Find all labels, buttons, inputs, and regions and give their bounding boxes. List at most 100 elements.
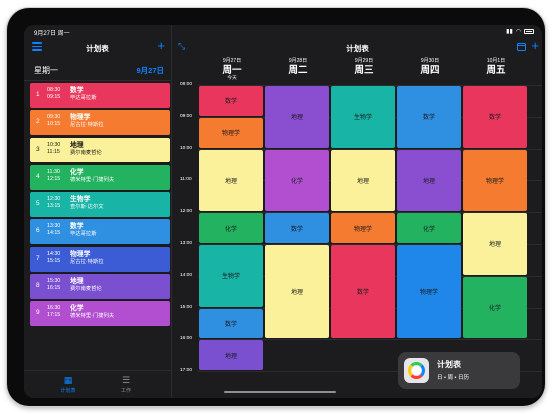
lesson-item[interactable]: 3 10:30 11:15 地理 费尔南麦哲伦 [30, 137, 170, 163]
widget-title: 计划表 [437, 360, 461, 369]
lesson-times: 10:30 11:15 [47, 142, 60, 156]
lesson-item[interactable]: 1 08:30 09:15 数学 毕达哥拉斯 [30, 83, 170, 108]
lesson-number: 9 [36, 309, 40, 317]
lesson-item[interactable]: 8 15:30 16:15 地理 费尔南麦哲伦 [30, 274, 170, 299]
lesson-item[interactable]: 9 16:30 17:15 化学 德米特里·门捷列夫 [30, 301, 170, 327]
schedule-block[interactable]: 数学 [265, 213, 329, 243]
day-name: 周四 [420, 65, 440, 76]
day-header-2[interactable]: 9月28日 周二 [265, 58, 331, 76]
lesson-start: 09:30 [47, 114, 61, 121]
list-icon: ☰ [121, 375, 131, 385]
schedule-block[interactable]: 物理学 [463, 149, 527, 212]
lesson-end: 17:15 [47, 312, 61, 319]
lesson-item[interactable]: 6 13:30 14:15 数学 毕达哥拉斯 [30, 219, 170, 245]
day-header-5[interactable]: 10月1日 周五 [463, 58, 529, 76]
time-label: 14:00 [180, 272, 193, 278]
widget-subtitle: 日 • 周 • 日历 [437, 375, 469, 381]
schedule-block[interactable]: 数学 [463, 86, 527, 148]
week-view: ▮▮ ◠ ⤡ 计划表 + 9月27日 周一 今天 9月28日 周二 9月29日 周三 9月30… [173, 25, 542, 398]
lesson-end: 11:15 [47, 148, 60, 155]
schedule-block[interactable]: 化学 [463, 276, 527, 339]
battery-icon [524, 29, 534, 34]
tab-bar: ▦ 计划表 ☰ 工作 [24, 370, 171, 398]
tab-schedule-label: 计划表 [60, 388, 76, 394]
day-header: 星期一 9月27日 [24, 61, 171, 81]
schedule-block[interactable]: 数学 [199, 308, 263, 339]
day-name: 周五 [486, 65, 506, 76]
lesson-item[interactable]: 4 11:30 12:15 化学 德米特里·门捷列夫 [30, 164, 170, 190]
schedule-block[interactable]: 数学 [397, 86, 461, 148]
add-button[interactable]: + [531, 39, 539, 52]
schedule-block[interactable]: 地理 [265, 86, 329, 148]
tab-schedule[interactable]: ▦ 计划表 [38, 375, 98, 394]
sidebar-header: 计划表 + [24, 39, 171, 57]
schedule-block[interactable]: 化学 [265, 149, 329, 212]
lesson-item[interactable]: 7 14:30 15:15 物理学 尼古拉·特斯拉 [30, 246, 170, 272]
lesson-teacher: 查尔斯·达尔文 [70, 204, 104, 211]
lesson-subject: 地理 [70, 278, 84, 286]
day-name: 周二 [288, 65, 308, 76]
tab-work-label: 工作 [120, 388, 131, 394]
main-title: 计划表 [346, 44, 369, 53]
signal-icon: ▮▮ [506, 29, 513, 35]
lesson-info: 物理学 尼古拉·特斯拉 [70, 250, 104, 266]
lesson-teacher: 毕达哥拉斯 [70, 95, 97, 101]
lesson-info: 数学 毕达哥拉斯 [70, 86, 97, 102]
lesson-subject: 地理 [70, 141, 84, 149]
add-lesson-button[interactable]: + [157, 39, 165, 52]
status-icons: ▮▮ ◠ [506, 28, 534, 35]
lesson-teacher: 德米特里·门捷列夫 [70, 176, 115, 183]
day-header-1[interactable]: 9月27日 周一 今天 [199, 58, 265, 82]
schedule-block[interactable]: 地理 [265, 245, 329, 339]
day-header-3[interactable]: 9月29日 周三 [331, 58, 397, 76]
lesson-start: 15:30 [47, 278, 61, 285]
lesson-info: 化学 德米特里·门捷列夫 [70, 304, 114, 320]
schedule-block[interactable]: 物理学 [331, 213, 395, 243]
date-label[interactable]: 9月27日 [136, 65, 164, 76]
lesson-number: 6 [36, 227, 40, 235]
time-label: 15:00 [180, 304, 193, 310]
schedule-block[interactable]: 数学 [199, 86, 263, 116]
lesson-item[interactable]: 2 09:30 10:15 物理学 尼古拉·特斯拉 [30, 110, 170, 136]
lesson-end: 12:15 [47, 175, 61, 182]
home-indicator[interactable] [224, 391, 336, 393]
schedule-block[interactable]: 物理学 [199, 117, 263, 148]
time-label: 17:00 [180, 368, 193, 374]
app-widget[interactable]: 计划表 日 • 周 • 日历 [398, 352, 520, 389]
schedule-block[interactable]: 化学 [199, 213, 263, 243]
lesson-number: 5 [36, 200, 40, 208]
schedule-block[interactable]: 地理 [397, 149, 461, 212]
calendar-icon[interactable] [517, 43, 526, 51]
lesson-number: 2 [36, 118, 40, 126]
day-header-4[interactable]: 9月30日 周四 [397, 58, 463, 76]
schedule-block[interactable]: 地理 [199, 340, 263, 371]
lesson-end: 16:15 [47, 285, 61, 292]
wifi-icon: ◠ [515, 29, 521, 35]
lesson-item[interactable]: 5 12:30 13:15 生物学 查尔斯·达尔文 [30, 192, 170, 217]
time-label: 12:00 [180, 209, 193, 215]
schedule-block[interactable]: 地理 [199, 149, 263, 212]
day-name: 周三 [354, 65, 374, 76]
lesson-teacher: 尼古拉·特斯拉 [70, 122, 104, 129]
schedule-block[interactable]: 化学 [397, 213, 461, 243]
lesson-times: 14:30 15:15 [47, 251, 60, 265]
lesson-info: 生物学 查尔斯·达尔文 [70, 195, 104, 211]
tab-work[interactable]: ☰ 工作 [96, 375, 156, 394]
schedule-block[interactable]: 生物学 [199, 245, 263, 307]
day-date: 10月1日 [486, 58, 506, 64]
lesson-times: 15:30 16:15 [47, 278, 60, 292]
lesson-number: 8 [36, 282, 40, 290]
schedule-block[interactable]: 地理 [331, 149, 395, 212]
lesson-info: 地理 费尔南麦哲伦 [70, 141, 102, 157]
lesson-start: 12:30 [47, 196, 61, 203]
day-date: 9月29日 [354, 58, 374, 64]
lesson-info: 物理学 尼古拉·特斯拉 [70, 113, 104, 129]
ipad-frame: 9月27日 周一 计划表 + 星期一 9月27日 1 08:30 09:15 数学 毕达… [7, 8, 545, 406]
time-label: 08:00 [180, 82, 193, 87]
schedule-block[interactable]: 地理 [463, 213, 527, 275]
schedule-block[interactable]: 生物学 [331, 86, 395, 148]
schedule-block[interactable]: 物理学 [397, 245, 461, 339]
lesson-info: 数学 毕达哥拉斯 [70, 222, 97, 238]
schedule-block[interactable]: 数学 [331, 245, 395, 339]
grid-icon: ▦ [63, 375, 73, 385]
